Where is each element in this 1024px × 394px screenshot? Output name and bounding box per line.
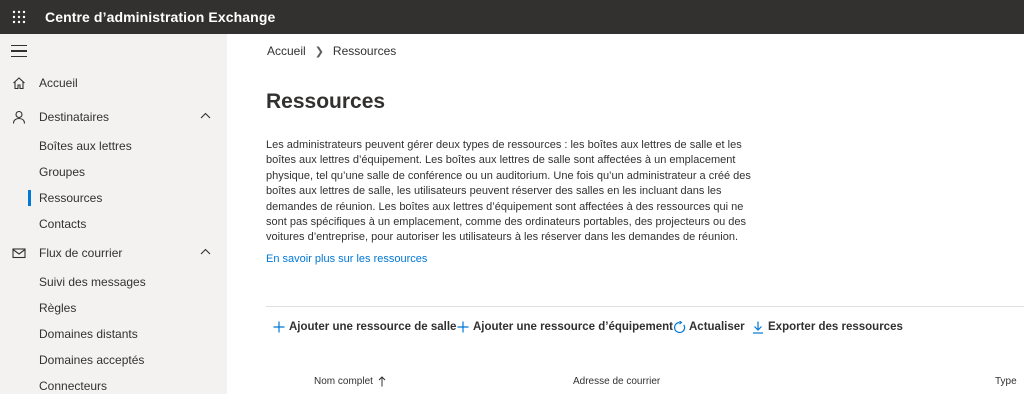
sidebar-item-remote-domains[interactable]: Domaines distants	[39, 325, 138, 343]
plus-icon	[456, 320, 470, 334]
plus-icon	[272, 320, 286, 334]
hamburger-icon[interactable]	[11, 45, 27, 57]
export-label: Exporter des ressources	[768, 321, 903, 333]
add-room-label: Ajouter une ressource de salle	[289, 321, 457, 333]
sidebar-item-rules[interactable]: Règles	[39, 299, 76, 317]
refresh-label: Actualiser	[689, 321, 745, 333]
sidebar-item-connectors[interactable]: Connecteurs	[39, 377, 107, 394]
sidebar-item-contacts[interactable]: Contacts	[39, 215, 86, 233]
sidebar-item-home[interactable]: Accueil	[0, 69, 227, 97]
person-icon	[11, 109, 27, 125]
arrow-up-icon	[378, 376, 386, 387]
chevron-right-icon: ❯	[314, 45, 324, 58]
column-name-label: Nom complet	[314, 376, 373, 387]
home-icon	[11, 75, 27, 91]
page-title: Ressources	[266, 90, 386, 113]
sidebar-item-mailboxes[interactable]: Boîtes aux lettres	[39, 137, 132, 155]
download-icon	[751, 320, 765, 334]
add-equipment-resource-button[interactable]: Ajouter une ressource d’équipement	[456, 318, 673, 336]
export-resources-button[interactable]: Exporter des ressources	[751, 318, 903, 336]
sidebar-item-label: Accueil	[39, 76, 78, 90]
divider	[266, 306, 1024, 307]
breadcrumb-home[interactable]: Accueil	[267, 44, 306, 58]
sidebar-item-accepted-domains[interactable]: Domaines acceptés	[39, 351, 144, 369]
chevron-up-icon[interactable]	[200, 112, 211, 119]
page-description: Les administrateurs peuvent gérer deux t…	[266, 139, 751, 244]
add-room-resource-button[interactable]: Ajouter une ressource de salle	[272, 318, 456, 336]
refresh-icon	[672, 320, 686, 334]
waffle-icon[interactable]	[0, 0, 38, 34]
sidebar: Accueil Destinataires Boîtes aux lettres…	[0, 34, 227, 394]
sidebar-item-message-trace[interactable]: Suivi des messages	[39, 273, 146, 291]
sidebar-item-label: Flux de courrier	[39, 246, 123, 260]
sidebar-item-label: Destinataires	[39, 110, 110, 124]
column-header-email[interactable]: Adresse de courrier	[573, 376, 660, 387]
add-equipment-label: Ajouter une ressource d’équipement	[473, 321, 674, 333]
selection-indicator	[28, 190, 31, 206]
sidebar-item-recipients[interactable]: Destinataires	[0, 103, 227, 131]
sidebar-item-resources[interactable]: Ressources	[39, 189, 102, 207]
column-header-name[interactable]: Nom complet	[314, 376, 386, 387]
main-content: Accueil ❯ Ressources Ressources Les admi…	[227, 34, 1024, 394]
refresh-button[interactable]: Actualiser	[672, 318, 745, 336]
mail-icon	[11, 245, 27, 261]
sidebar-item-groups[interactable]: Groupes	[39, 163, 85, 181]
column-type-label: Type	[995, 376, 1017, 387]
breadcrumb-current: Ressources	[332, 44, 397, 58]
top-bar: Centre d’administration Exchange	[0, 0, 1024, 34]
app-title: Centre d’administration Exchange	[45, 9, 276, 25]
learn-more-link[interactable]: En savoir plus sur les ressources	[266, 253, 427, 265]
column-header-type[interactable]: Type	[995, 376, 1017, 387]
chevron-up-icon[interactable]	[200, 248, 211, 255]
column-email-label: Adresse de courrier	[573, 376, 661, 387]
sidebar-item-mailflow[interactable]: Flux de courrier	[0, 239, 227, 267]
breadcrumb: Accueil ❯ Ressources	[267, 44, 396, 58]
